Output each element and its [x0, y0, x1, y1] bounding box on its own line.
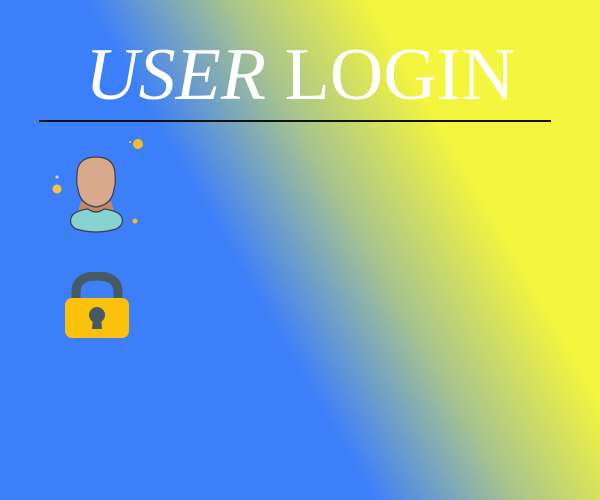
title-user: USER [85, 34, 267, 116]
padlock-icon [65, 272, 129, 338]
user-avatar-icon [52, 139, 145, 236]
title-login: LOGIN [284, 34, 515, 116]
page-title: USER LOGIN [0, 30, 600, 120]
title-divider [39, 120, 551, 122]
